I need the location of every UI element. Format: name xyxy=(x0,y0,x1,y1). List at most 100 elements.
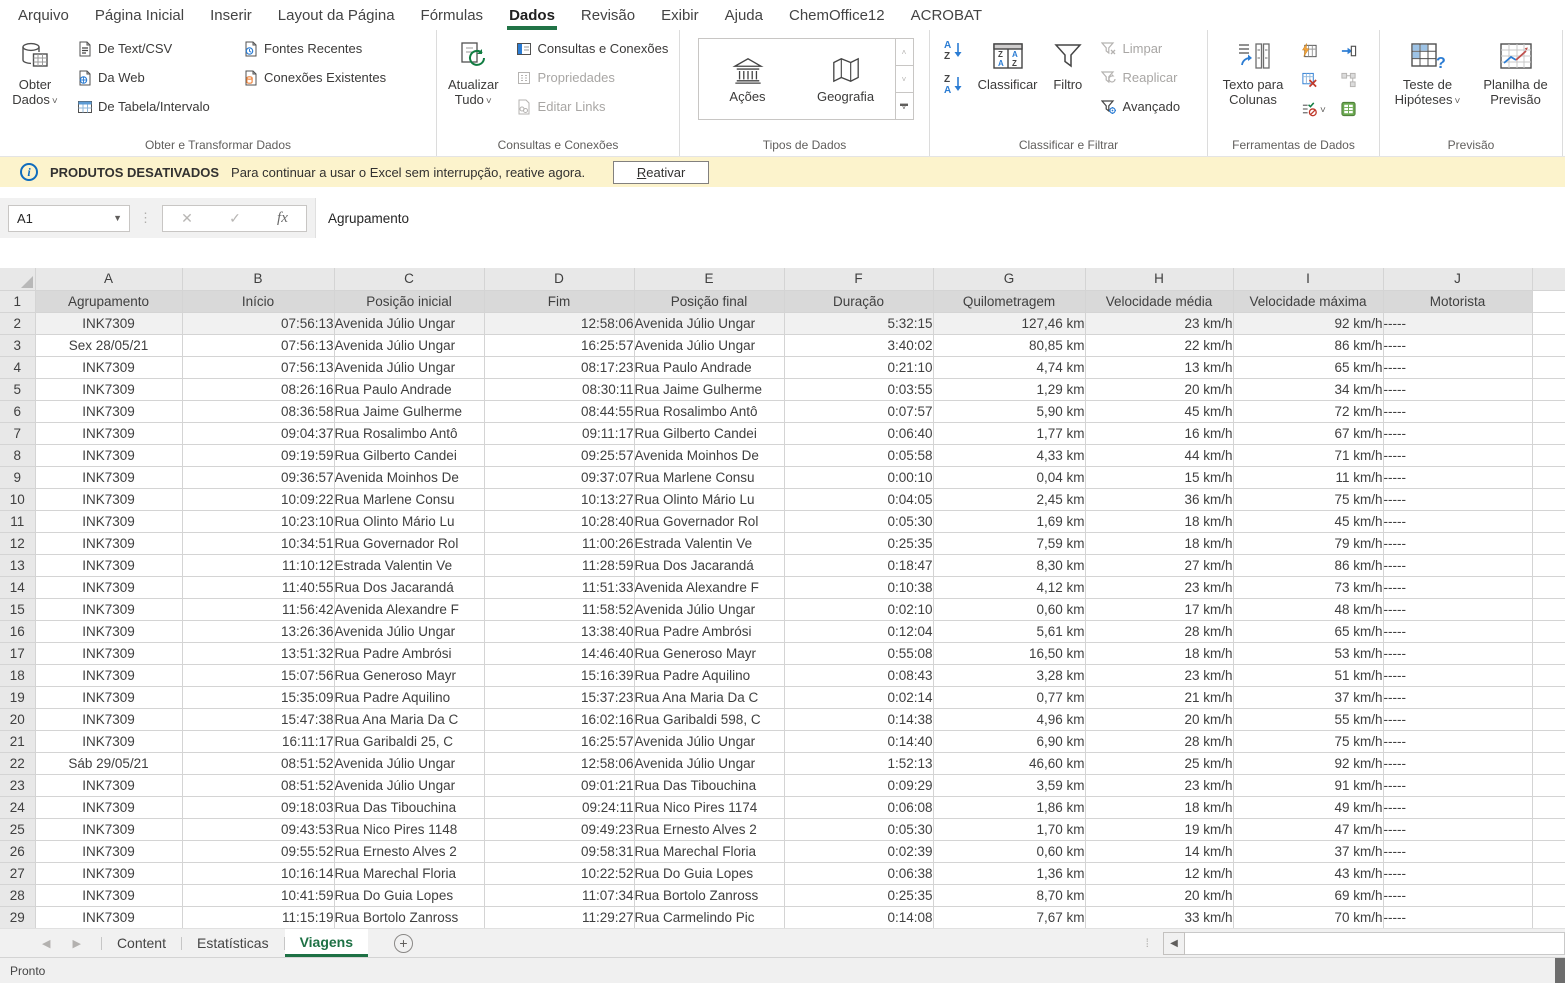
cell-B12[interactable]: 10:34:51 xyxy=(182,532,334,554)
cell-D6[interactable]: 08:44:55 xyxy=(484,400,634,422)
cell-H16[interactable]: 28 km/h xyxy=(1085,620,1233,642)
cell-A10[interactable]: INK7309 xyxy=(35,488,182,510)
cell-H17[interactable]: 18 km/h xyxy=(1085,642,1233,664)
cell-F2[interactable]: 5:32:15 xyxy=(784,312,933,334)
cell-B27[interactable]: 10:16:14 xyxy=(182,862,334,884)
cell-I29[interactable]: 70 km/h xyxy=(1233,906,1383,928)
cell-F13[interactable]: 0:18:47 xyxy=(784,554,933,576)
cell-J15[interactable]: ----- xyxy=(1383,598,1532,620)
cell-B6[interactable]: 08:36:58 xyxy=(182,400,334,422)
cell-H26[interactable]: 14 km/h xyxy=(1085,840,1233,862)
menu-tab-arquivo[interactable]: Arquivo xyxy=(5,0,82,30)
resize-grip[interactable] xyxy=(1555,958,1565,983)
cell-I10[interactable]: 75 km/h xyxy=(1233,488,1383,510)
de-text-csv-button[interactable]: De Text/CSV xyxy=(72,34,230,63)
cell-G2[interactable]: 127,46 km xyxy=(933,312,1085,334)
row-header-8[interactable]: 8 xyxy=(0,444,35,466)
cell-G18[interactable]: 3,28 km xyxy=(933,664,1085,686)
cell-E29[interactable]: Rua Carmelindo Pic xyxy=(634,906,784,928)
cell-extra-2[interactable] xyxy=(1532,312,1565,334)
cell-B20[interactable]: 15:47:38 xyxy=(182,708,334,730)
cell-H12[interactable]: 18 km/h xyxy=(1085,532,1233,554)
cell-C29[interactable]: Rua Bortolo Zanross xyxy=(334,906,484,928)
column-header-J[interactable]: J xyxy=(1383,268,1532,290)
cell-J17[interactable]: ----- xyxy=(1383,642,1532,664)
menu-tab-inserir[interactable]: Inserir xyxy=(197,0,265,30)
column-header-C[interactable]: C xyxy=(334,268,484,290)
cell-I7[interactable]: 67 km/h xyxy=(1233,422,1383,444)
cell-G7[interactable]: 1,77 km xyxy=(933,422,1085,444)
row-header-1[interactable]: 1 xyxy=(0,290,35,312)
cell-I5[interactable]: 34 km/h xyxy=(1233,378,1383,400)
cell-J21[interactable]: ----- xyxy=(1383,730,1532,752)
cell-E21[interactable]: Avenida Júlio Ungar xyxy=(634,730,784,752)
cell-D7[interactable]: 09:11:17 xyxy=(484,422,634,444)
cell-E1[interactable]: Posição final xyxy=(634,290,784,312)
cell-B13[interactable]: 11:10:12 xyxy=(182,554,334,576)
cell-I19[interactable]: 37 km/h xyxy=(1233,686,1383,708)
cell-E10[interactable]: Rua Olinto Mário Lu xyxy=(634,488,784,510)
obter-dados-button[interactable]: Obter Dados xyxy=(6,34,64,136)
cell-C22[interactable]: Avenida Júlio Ungar xyxy=(334,752,484,774)
cell-F16[interactable]: 0:12:04 xyxy=(784,620,933,642)
menu-tab-revisão[interactable]: Revisão xyxy=(568,0,648,30)
gerenciar-modelo-dados-button[interactable] xyxy=(1337,94,1360,123)
cell-G5[interactable]: 1,29 km xyxy=(933,378,1085,400)
cell-B26[interactable]: 09:55:52 xyxy=(182,840,334,862)
cell-G19[interactable]: 0,77 km xyxy=(933,686,1085,708)
cell-extra-9[interactable] xyxy=(1532,466,1565,488)
reativar-button[interactable]: Reativar xyxy=(613,161,709,184)
cell-E6[interactable]: Rua Rosalimbo Antô xyxy=(634,400,784,422)
cell-B1[interactable]: Início xyxy=(182,290,334,312)
cell-A25[interactable]: INK7309 xyxy=(35,818,182,840)
cell-D2[interactable]: 12:58:06 xyxy=(484,312,634,334)
row-header-12[interactable]: 12 xyxy=(0,532,35,554)
cell-C15[interactable]: Avenida Alexandre F xyxy=(334,598,484,620)
cell-extra-22[interactable] xyxy=(1532,752,1565,774)
cell-H14[interactable]: 23 km/h xyxy=(1085,576,1233,598)
de-tabela-intervalo-button[interactable]: De Tabela/Intervalo xyxy=(72,92,230,121)
sheet-tab-estatísticas[interactable]: Estatísticas xyxy=(182,929,284,957)
cell-J12[interactable]: ----- xyxy=(1383,532,1532,554)
tab-splitter-handle[interactable]: ⁞ xyxy=(1146,941,1149,946)
cell-G4[interactable]: 4,74 km xyxy=(933,356,1085,378)
formula-input[interactable]: Agrupamento xyxy=(315,198,1565,238)
cell-H9[interactable]: 15 km/h xyxy=(1085,466,1233,488)
row-header-18[interactable]: 18 xyxy=(0,664,35,686)
cell-C27[interactable]: Rua Marechal Floria xyxy=(334,862,484,884)
row-header-16[interactable]: 16 xyxy=(0,620,35,642)
cell-H2[interactable]: 23 km/h xyxy=(1085,312,1233,334)
cell-E23[interactable]: Rua Das Tibouchina xyxy=(634,774,784,796)
cell-J2[interactable]: ----- xyxy=(1383,312,1532,334)
cell-A12[interactable]: INK7309 xyxy=(35,532,182,554)
cell-C2[interactable]: Avenida Júlio Ungar xyxy=(334,312,484,334)
cell-G25[interactable]: 1,70 km xyxy=(933,818,1085,840)
cell-J5[interactable]: ----- xyxy=(1383,378,1532,400)
cell-D19[interactable]: 15:37:23 xyxy=(484,686,634,708)
cell-C26[interactable]: Rua Ernesto Alves 2 xyxy=(334,840,484,862)
cell-D16[interactable]: 13:38:40 xyxy=(484,620,634,642)
cell-D28[interactable]: 11:07:34 xyxy=(484,884,634,906)
row-header-22[interactable]: 22 xyxy=(0,752,35,774)
cell-extra-19[interactable] xyxy=(1532,686,1565,708)
flash-fill-button[interactable] xyxy=(1298,36,1329,65)
cell-extra-4[interactable] xyxy=(1532,356,1565,378)
row-header-4[interactable]: 4 xyxy=(0,356,35,378)
cell-A26[interactable]: INK7309 xyxy=(35,840,182,862)
cell-B7[interactable]: 09:04:37 xyxy=(182,422,334,444)
sort-ascending-button[interactable]: AZ xyxy=(936,36,972,64)
cell-extra-14[interactable] xyxy=(1532,576,1565,598)
row-header-6[interactable]: 6 xyxy=(0,400,35,422)
cell-G15[interactable]: 0,60 km xyxy=(933,598,1085,620)
cell-F18[interactable]: 0:08:43 xyxy=(784,664,933,686)
cell-I15[interactable]: 48 km/h xyxy=(1233,598,1383,620)
row-header-29[interactable]: 29 xyxy=(0,906,35,928)
cell-E17[interactable]: Rua Generoso Mayr xyxy=(634,642,784,664)
cell-J20[interactable]: ----- xyxy=(1383,708,1532,730)
cell-A15[interactable]: INK7309 xyxy=(35,598,182,620)
cell-G21[interactable]: 6,90 km xyxy=(933,730,1085,752)
cell-H7[interactable]: 16 km/h xyxy=(1085,422,1233,444)
cell-A21[interactable]: INK7309 xyxy=(35,730,182,752)
column-header-A[interactable]: A xyxy=(35,268,182,290)
cell-extra-25[interactable] xyxy=(1532,818,1565,840)
